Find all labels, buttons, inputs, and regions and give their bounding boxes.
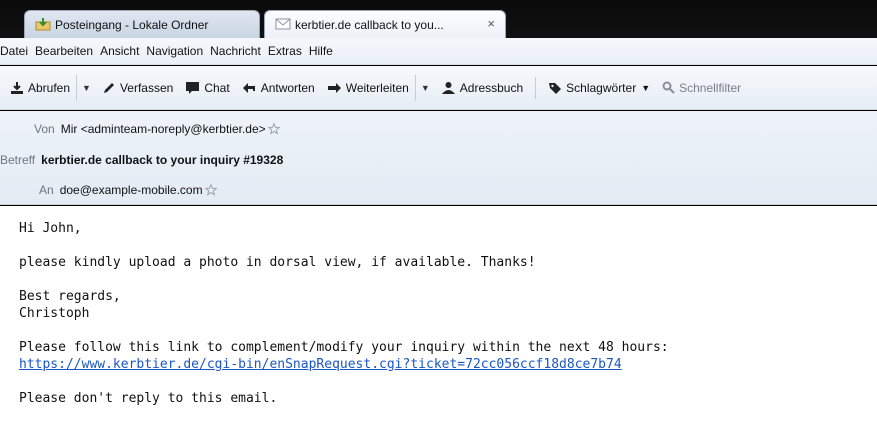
tag-icon (549, 82, 562, 94)
toolbar-separator (535, 76, 537, 99)
reply-label: Antworten (260, 80, 315, 95)
inquiry-link[interactable]: https://www.kerbtier.de/cgi-bin/enSnapRe… (19, 356, 877, 373)
tab-strip: Posteingang - Lokale Ordner kerbtier.de … (0, 0, 877, 38)
address-book-button[interactable]: Adressbuch (435, 75, 529, 101)
close-icon[interactable]: × (487, 17, 495, 31)
greeting-line: Hi John, (19, 221, 82, 236)
chevron-down-icon: ▼ (641, 82, 651, 93)
tab-message-label: kerbtier.de callback to you... (295, 17, 444, 32)
write-label: Verfassen (119, 80, 174, 95)
no-reply-line: Please don't reply to this email. (19, 391, 278, 406)
menu-bar: Datei Bearbeiten Ansicht Navigation Nach… (0, 38, 877, 65)
quick-filter-label: Schnellfilter (679, 80, 742, 95)
pencil-icon (103, 82, 114, 93)
chevron-down-icon: ▼ (82, 82, 91, 93)
forward-arrow-icon (327, 82, 341, 93)
link-intro-line: Please follow this link to complement/mo… (19, 340, 669, 355)
search-icon (662, 81, 675, 94)
menu-bearbeiten[interactable]: Bearbeiten (35, 44, 93, 58)
request-line: please kindly upload a photo in dorsal v… (19, 255, 536, 270)
chevron-down-icon: ▼ (420, 82, 430, 93)
forward-dropdown[interactable]: ▼ (414, 74, 435, 101)
menu-ansicht[interactable]: Ansicht (100, 44, 139, 58)
chat-label: Chat (204, 80, 230, 95)
write-button[interactable]: Verfassen (96, 75, 179, 101)
to-label: An (39, 183, 54, 197)
reply-button[interactable]: Antworten (236, 75, 321, 101)
tab-inbox-label: Posteingang - Lokale Ordner (55, 17, 209, 32)
to-row: An doe@example-mobile.com (39, 183, 217, 197)
message-body: Hi John, please kindly upload a photo in… (0, 206, 877, 433)
from-row: Von Mir <adminteam-noreply@kerbtier.de> (34, 122, 280, 136)
menu-datei[interactable]: Datei (0, 44, 28, 58)
address-book-label: Adressbuch (459, 80, 524, 95)
menu-navigation[interactable]: Navigation (146, 44, 203, 58)
subject-value: kerbtier.de callback to your inquiry #19… (41, 153, 284, 167)
message-header: Von Mir <adminteam-noreply@kerbtier.de> … (0, 111, 877, 205)
menu-nachricht[interactable]: Nachricht (210, 44, 261, 58)
menu-extras[interactable]: Extras (268, 44, 302, 58)
signature-line: Christoph (19, 306, 90, 321)
chat-icon (186, 81, 200, 94)
contacts-icon (441, 81, 455, 94)
get-mail-button[interactable]: Abrufen (4, 75, 76, 101)
regards-line: Best regards, (19, 289, 121, 304)
envelope-icon (275, 18, 291, 30)
tab-message[interactable]: kerbtier.de callback to you... × (264, 10, 506, 38)
tab-inbox[interactable]: Posteingang - Lokale Ordner (24, 10, 260, 38)
to-value[interactable]: doe@example-mobile.com (60, 183, 203, 197)
get-mail-label: Abrufen (28, 80, 71, 95)
forward-label: Weiterleiten (345, 80, 409, 95)
inbox-icon (35, 18, 51, 31)
reply-arrow-icon (242, 82, 255, 93)
star-icon[interactable] (267, 123, 280, 135)
forward-button[interactable]: Weiterleiten (321, 75, 415, 101)
quick-filter-button[interactable]: Schnellfilter (656, 75, 747, 101)
download-icon (11, 81, 23, 94)
chat-button[interactable]: Chat (179, 75, 235, 101)
star-icon[interactable] (204, 184, 217, 196)
main-toolbar: Abrufen ▼ Verfassen Chat Antworten Weite… (0, 66, 877, 110)
from-label: Von (34, 122, 55, 136)
menu-hilfe[interactable]: Hilfe (309, 44, 333, 58)
from-value[interactable]: Mir <adminteam-noreply@kerbtier.de> (61, 122, 266, 136)
tags-label: Schlagwörter (566, 80, 637, 95)
tags-button[interactable]: Schlagwörter ▼ (542, 75, 656, 101)
get-mail-dropdown[interactable]: ▼ (76, 74, 96, 101)
subject-row: Betreff kerbtier.de callback to your inq… (0, 153, 283, 167)
subject-label: Betreff (0, 153, 36, 167)
